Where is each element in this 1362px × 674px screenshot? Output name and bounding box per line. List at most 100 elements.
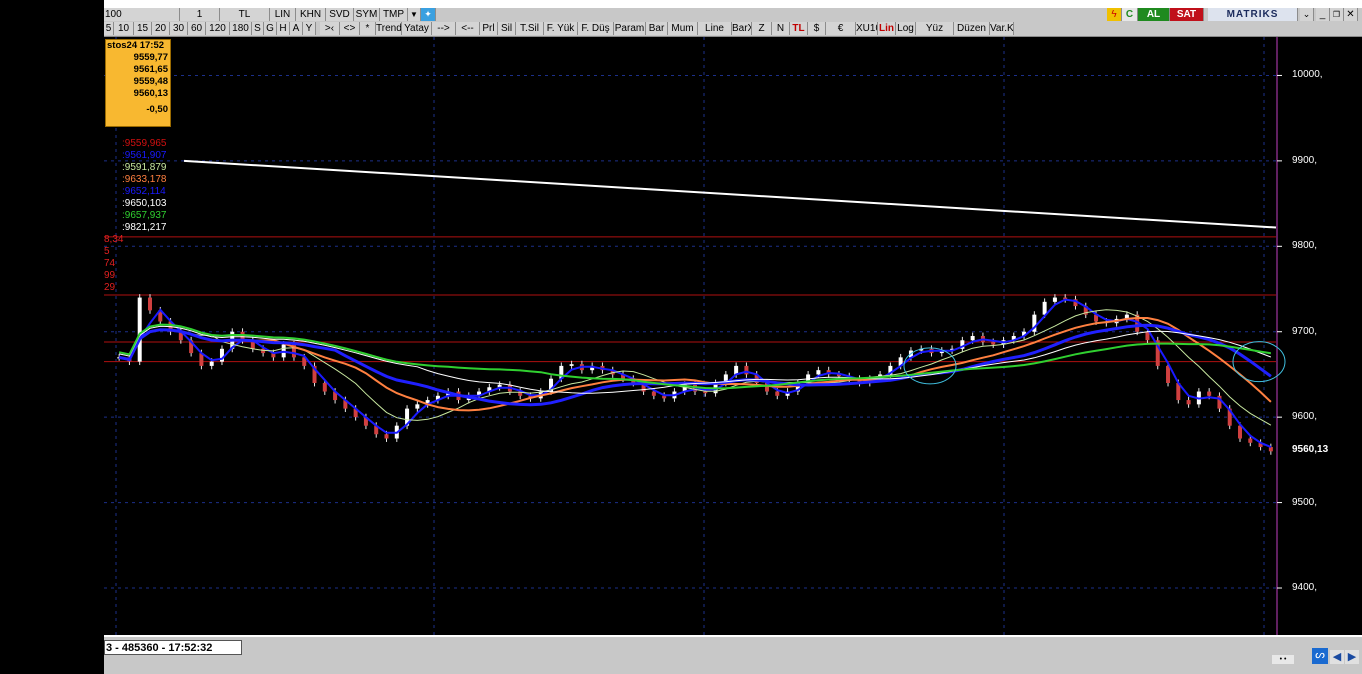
twitter-icon[interactable]: ✦ <box>421 8 436 21</box>
tool-sil-button[interactable]: Sil <box>498 22 516 35</box>
tool-yatay-button[interactable]: Yatay <box>402 22 432 35</box>
period-field[interactable]: 1 <box>180 8 220 21</box>
candle-body <box>970 336 975 341</box>
maximize-icon[interactable]: ❐ <box>1330 8 1344 21</box>
legend-value: :9559,965 <box>122 138 167 149</box>
currency-field[interactable]: TL <box>220 8 270 21</box>
tool-lin-button[interactable]: Lin <box>878 22 896 35</box>
indicator-legend: :9559,965:9561,907:9591,879:9633,178:965… <box>122 138 167 234</box>
candle-body <box>1052 297 1057 302</box>
btn-lin[interactable]: LIN <box>270 8 296 21</box>
period-20-button[interactable]: 20 <box>152 22 170 35</box>
tool-param-button[interactable]: Param <box>614 22 646 35</box>
tool-varkyd-button[interactable]: Var.Kyd <box>990 22 1014 35</box>
tool--button[interactable]: * <box>360 22 376 35</box>
period-y-button[interactable]: Y <box>303 22 316 35</box>
candle-body <box>1207 391 1212 396</box>
tool-fyk-button[interactable]: F. Yük <box>544 22 578 35</box>
legend-value: :9650,103 <box>122 198 167 209</box>
btn-tmp[interactable]: TMP <box>380 8 408 21</box>
y-axis-tick: 9800, <box>1292 240 1318 252</box>
period-10-button[interactable]: 10 <box>114 22 134 35</box>
info-date: stos24 17:52 <box>107 40 165 51</box>
period-5-button[interactable]: 5 <box>104 22 114 35</box>
tool--button[interactable]: $ <box>808 22 826 35</box>
chart-window: 100 1 TL LIN KHN SVD SYM TMP ▼ ✦ ϟ C AL … <box>104 0 1362 674</box>
close-icon[interactable]: ✕ <box>1344 8 1358 21</box>
chart-canvas[interactable] <box>104 37 1362 635</box>
legend-value: :9821,217 <box>122 222 167 233</box>
last-price-label: 9560,13 <box>1292 444 1329 456</box>
candle-body <box>775 391 780 396</box>
y-axis-tick: 9400, <box>1292 582 1318 593</box>
buy-button[interactable]: AL <box>1138 8 1170 21</box>
candle-body <box>1166 365 1171 383</box>
btn-svd[interactable]: SVD <box>326 8 354 21</box>
minimize-icon[interactable]: _ <box>1316 8 1330 21</box>
tool-line-button[interactable]: Line <box>698 22 732 35</box>
trend-line <box>183 159 1277 229</box>
candle-body <box>137 297 142 362</box>
symbol-field[interactable]: 100 <box>104 8 180 21</box>
candle-body <box>147 297 152 311</box>
period-180-button[interactable]: 180 <box>230 22 252 35</box>
period-30-button[interactable]: 30 <box>170 22 188 35</box>
btn-khn[interactable]: KHN <box>296 8 326 21</box>
scroll-left-icon[interactable]: ◀ <box>1330 650 1344 664</box>
candle-body <box>1186 400 1191 405</box>
left-value: 8,34 <box>104 234 124 245</box>
tool-dzen-button[interactable]: Düzen <box>954 22 990 35</box>
left-margin <box>0 0 104 674</box>
candle-body <box>991 341 996 345</box>
refresh-icon[interactable]: C <box>1122 8 1138 21</box>
info-close: 9560,13 <box>133 88 168 99</box>
price-chart[interactable]: stos24 17:52 9559,77 9561,65 9559,48 956… <box>104 37 1362 635</box>
tool--button[interactable]: <> <box>340 22 360 35</box>
tool-tsil-button[interactable]: T.Sil <box>516 22 544 35</box>
period-a-button[interactable]: A <box>290 22 303 35</box>
lightning-icon[interactable]: ϟ <box>1107 8 1122 21</box>
tool-xu100-button[interactable]: XU100 <box>856 22 878 35</box>
left-value: 29 <box>104 282 116 293</box>
candle-body <box>322 382 327 392</box>
scroll-right-icon[interactable]: ▶ <box>1345 650 1359 664</box>
tool-z-button[interactable]: Z <box>752 22 772 35</box>
y-axis-tick: 9900, <box>1292 154 1318 166</box>
tool-barx-button[interactable]: BarX <box>732 22 752 35</box>
candle-body <box>1248 438 1253 443</box>
tool-bar-button[interactable]: Bar <box>646 22 668 35</box>
period-s-button[interactable]: S <box>252 22 264 35</box>
candle-body <box>209 361 214 366</box>
tool-tl-button[interactable]: TL <box>790 22 808 35</box>
candle-body <box>1268 447 1273 452</box>
btn-sym[interactable]: SYM <box>354 8 380 21</box>
period-60-button[interactable]: 60 <box>188 22 206 35</box>
tool-mum-button[interactable]: Mum <box>668 22 698 35</box>
tool-trend-button[interactable]: Trend <box>376 22 402 35</box>
period-120-button[interactable]: 120 <box>206 22 230 35</box>
tool--button[interactable]: <-- <box>456 22 480 35</box>
tool-yz-button[interactable]: Yüz <box>916 22 954 35</box>
sell-button[interactable]: SAT <box>1170 8 1204 21</box>
brand-logo: MATRIKS <box>1208 8 1298 21</box>
ma-blue-fast <box>118 298 1272 449</box>
sync-icon[interactable]: ᔕ <box>1312 648 1328 664</box>
tool--button[interactable]: € <box>826 22 856 35</box>
collapse-icon[interactable]: ⌄ <box>1300 8 1314 21</box>
tool--button[interactable]: --> <box>432 22 456 35</box>
period-g-button[interactable]: G <box>264 22 277 35</box>
period-15-button[interactable]: 15 <box>134 22 152 35</box>
dropdown-arrow-icon[interactable]: ▼ <box>408 8 421 21</box>
tool--button[interactable]: >‹ <box>320 22 340 35</box>
tool-n-button[interactable]: N <box>772 22 790 35</box>
candle-body <box>384 434 389 439</box>
tool-fd-button[interactable]: F. Düş <box>578 22 614 35</box>
tool-log-button[interactable]: Log <box>896 22 916 35</box>
y-axis-tick: 9600, <box>1292 411 1318 423</box>
period-h-button[interactable]: H <box>277 22 290 35</box>
scroll-dots-icon[interactable]: • • <box>1272 655 1294 664</box>
tool-prl-button[interactable]: Prl <box>480 22 498 35</box>
candle-body <box>744 365 749 375</box>
left-value: 74 <box>104 258 116 269</box>
legend-value: :9591,879 <box>122 162 167 173</box>
